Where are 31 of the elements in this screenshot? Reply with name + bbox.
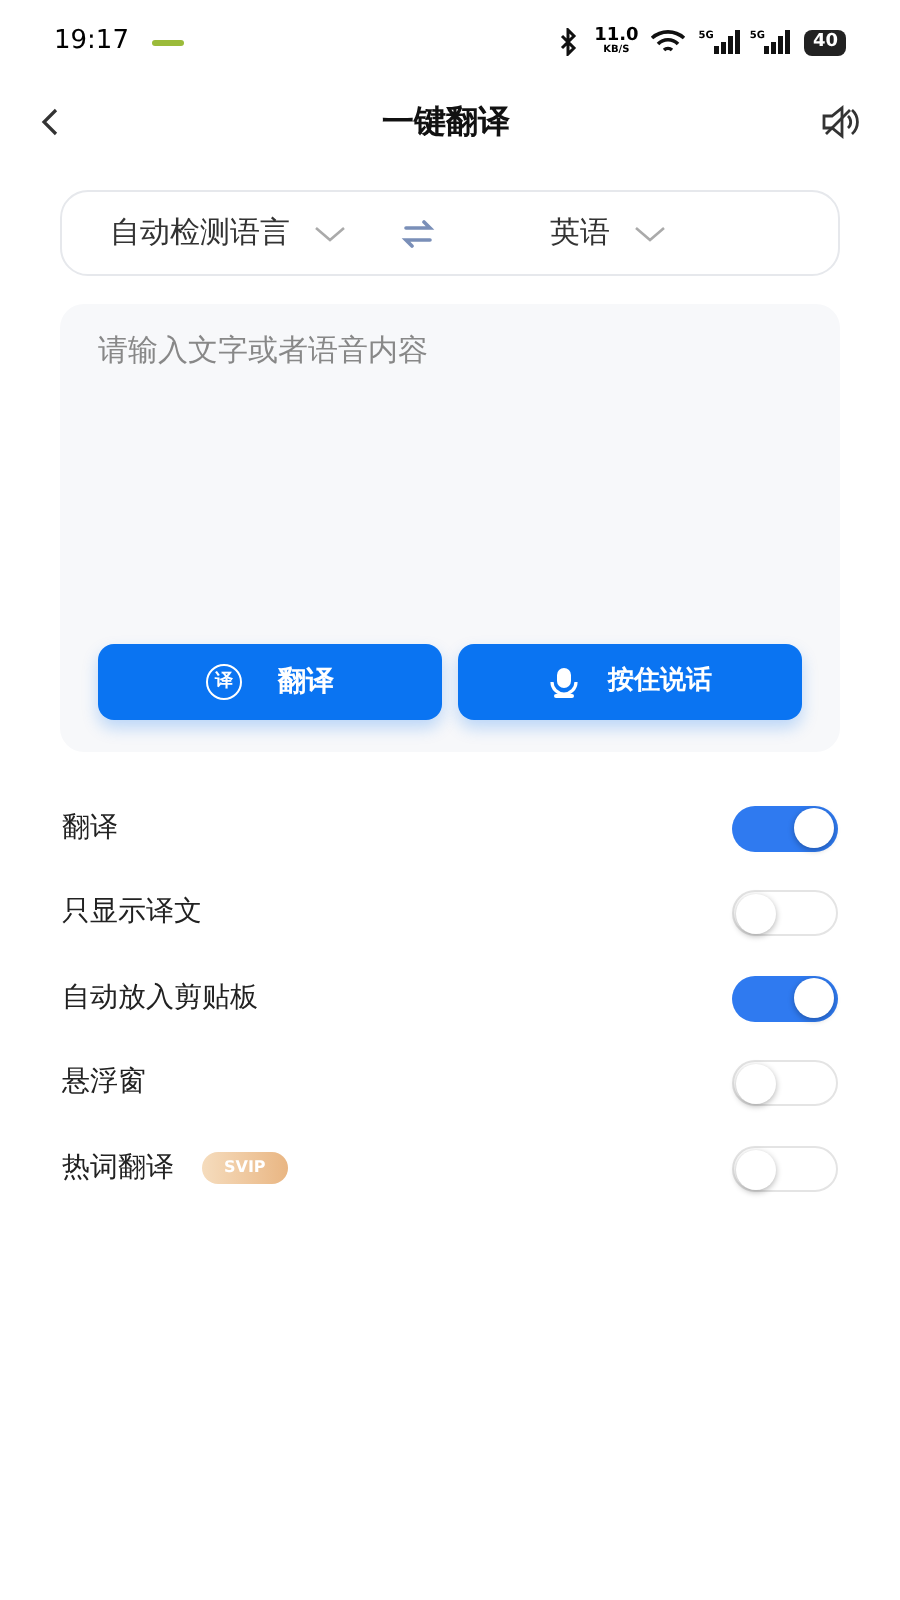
network-speed: 11.0 (594, 28, 639, 46)
chevron-down-icon (314, 223, 346, 243)
text-input-field[interactable]: 请输入文字或者语音内容 译 翻译 按住说话 (60, 304, 840, 752)
microphone-icon (548, 666, 580, 698)
bluetooth-icon (558, 28, 579, 56)
toggle-switch[interactable] (732, 1060, 838, 1107)
toggle-switch[interactable] (732, 805, 838, 852)
svip-badge: SVIP (202, 1152, 288, 1185)
toggle-switch[interactable] (732, 890, 838, 937)
setting-label: 只显示译文 (62, 894, 202, 933)
source-language-dropdown[interactable]: 自动检测语言 (110, 210, 346, 256)
setting-label: 悬浮窗 (62, 1064, 146, 1103)
wifi-icon (650, 29, 687, 55)
signal-icon (764, 30, 791, 54)
toggle-switch[interactable] (732, 1145, 838, 1192)
toggle-switch[interactable] (732, 975, 838, 1022)
target-language-dropdown[interactable]: 英语 (550, 210, 666, 256)
setting-label: 自动放入剪贴板 (62, 979, 258, 1018)
battery-level: 40 (804, 29, 846, 55)
page-title: 一键翻译 (382, 100, 510, 144)
notification-icon (152, 39, 185, 45)
voice-button[interactable]: 按住说话 (458, 644, 802, 720)
status-time: 19:17 (54, 24, 129, 61)
signal-icon (713, 30, 740, 54)
chevron-down-icon (634, 223, 666, 243)
mute-button[interactable] (820, 102, 860, 142)
setting-label: 翻译 (62, 809, 118, 848)
translate-icon: 译 (206, 664, 242, 700)
swap-button[interactable] (398, 219, 438, 247)
translate-button[interactable]: 译 翻译 (98, 644, 442, 720)
setting-label: 热词翻译 (62, 1149, 174, 1188)
